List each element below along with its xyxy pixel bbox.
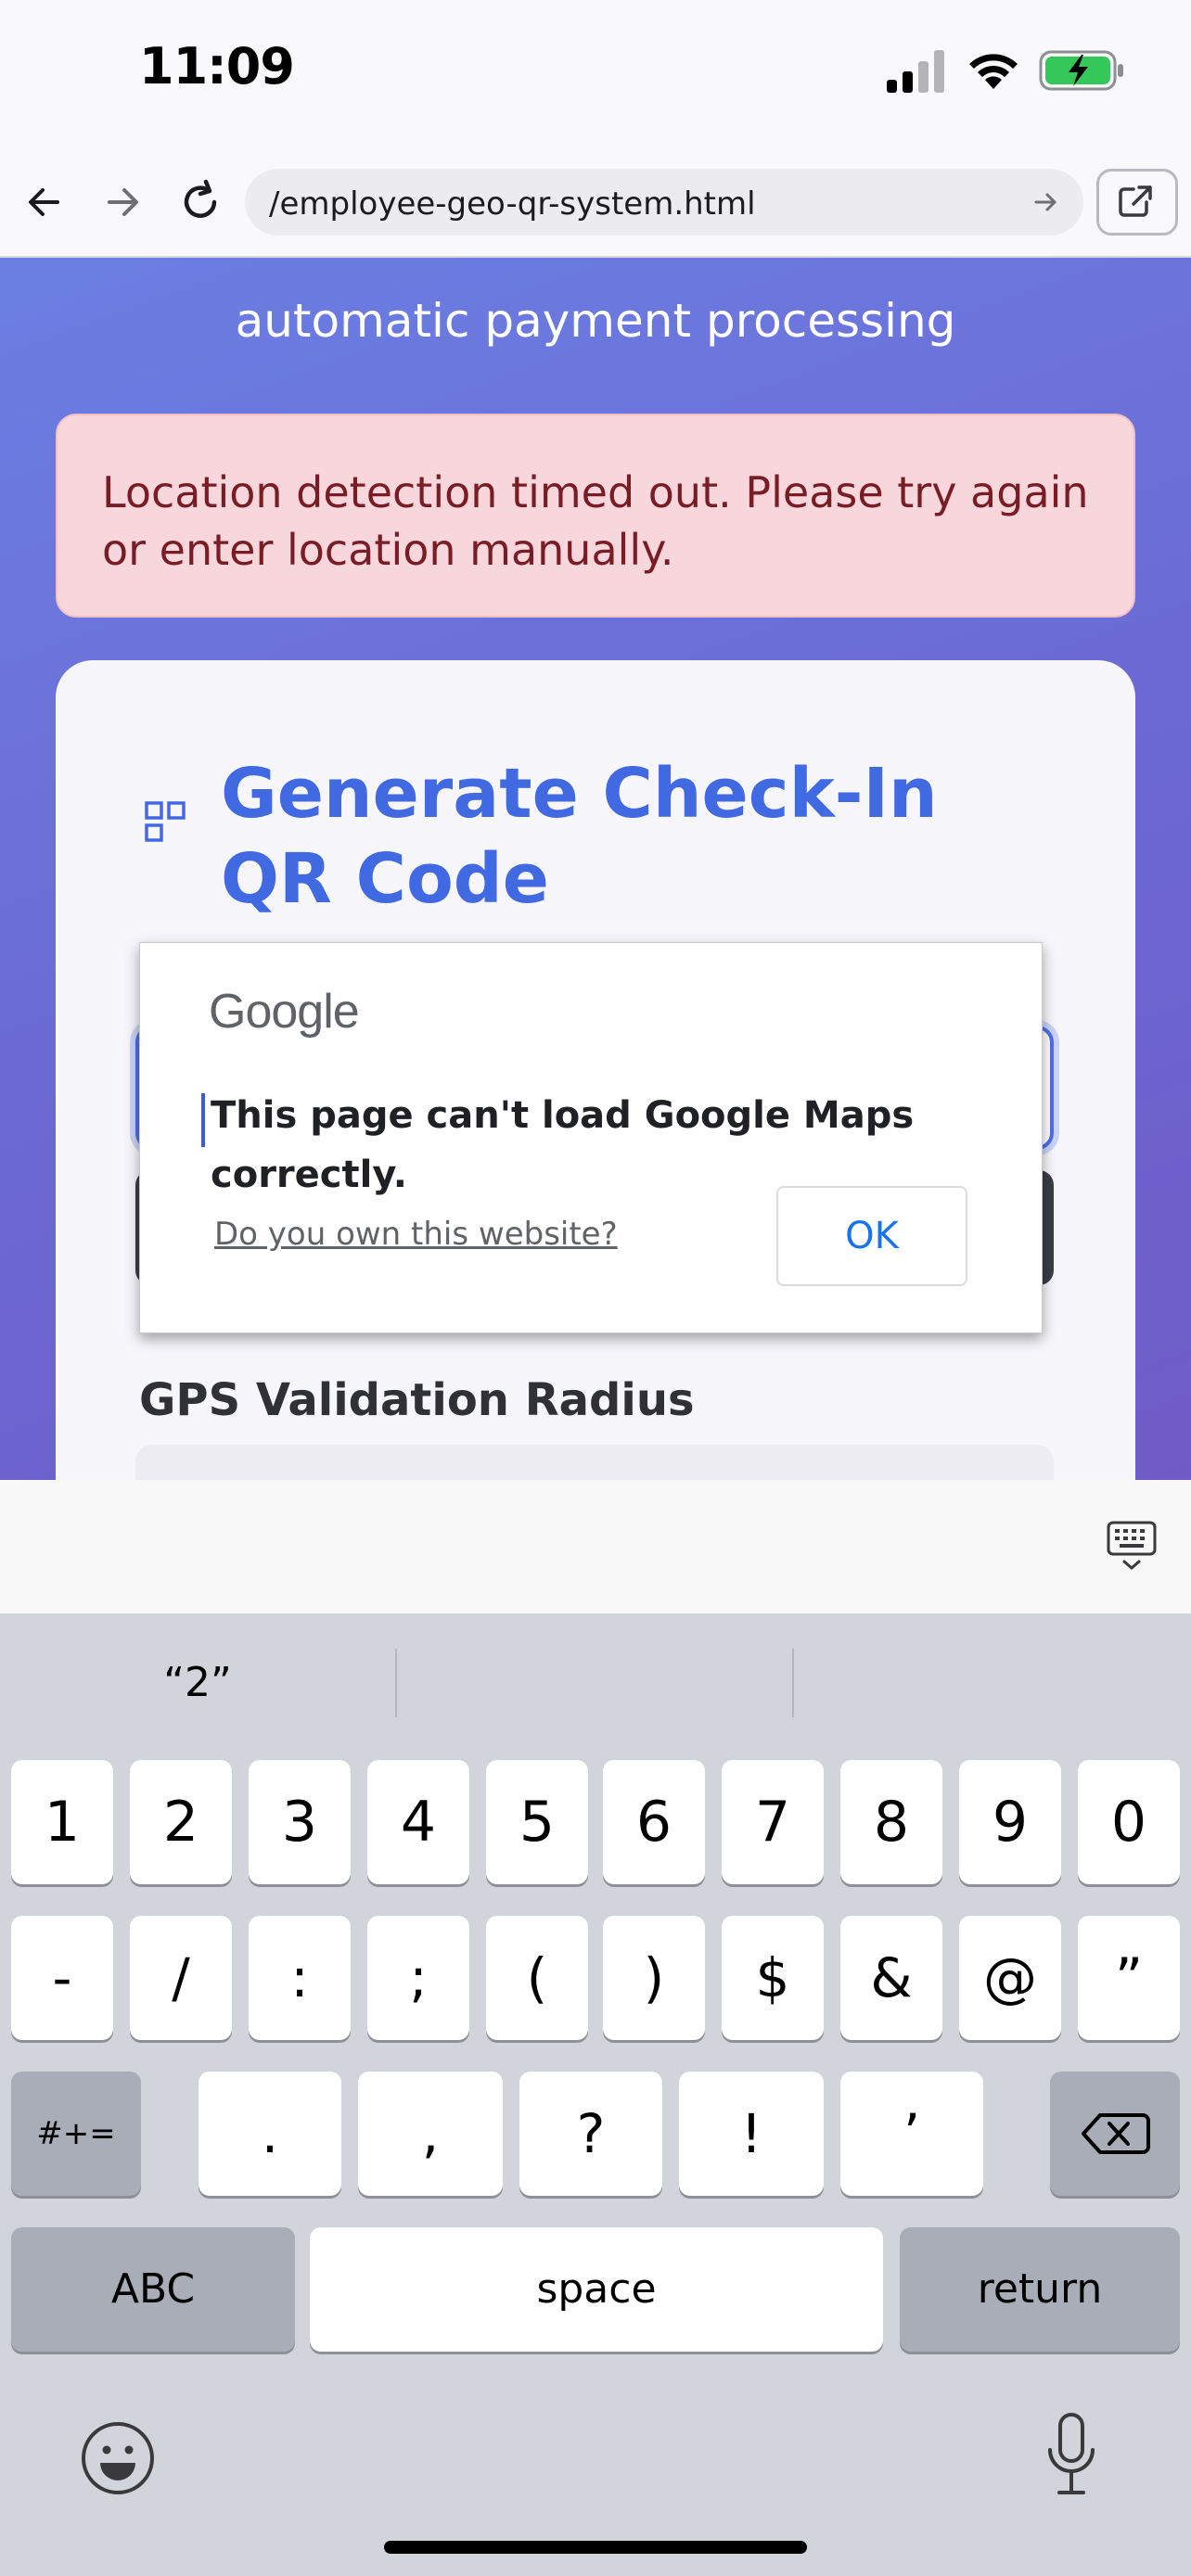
key-label: : — [290, 1946, 309, 2009]
key-5[interactable]: 5 — [486, 1760, 588, 1884]
key-label: #+= — [36, 2115, 116, 2152]
external-link-icon — [1119, 185, 1152, 217]
key-return[interactable]: return — [900, 2227, 1180, 2352]
key-label: return — [977, 2265, 1103, 2313]
key-abc[interactable]: ABC — [11, 2227, 295, 2352]
browser-toolbar: /employee-geo-qr-system.html — [0, 147, 1191, 258]
key-label: 2 — [162, 1790, 199, 1855]
maps-error-dialog: Google This page can't load Google Maps … — [139, 942, 1043, 1333]
delete-backspace-icon — [1082, 2113, 1150, 2154]
key-label: ( — [526, 1946, 548, 2009]
key-label: ABC — [110, 2265, 196, 2313]
key-label: space — [536, 2265, 657, 2313]
url-bar[interactable]: /employee-geo-qr-system.html — [245, 169, 1083, 236]
reload-icon[interactable] — [173, 174, 228, 230]
suggestion-1[interactable]: “2” — [0, 1613, 395, 1753]
key-label: 0 — [1110, 1790, 1147, 1855]
key-7[interactable]: 7 — [722, 1760, 824, 1884]
key-9[interactable]: 9 — [959, 1760, 1061, 1884]
forward-arrow-icon[interactable] — [95, 174, 150, 230]
key-label: ; — [409, 1946, 428, 2009]
own-website-link[interactable]: Do you own this website? — [214, 1216, 618, 1253]
key-open-paren[interactable]: ( — [486, 1916, 588, 2040]
key-0[interactable]: 0 — [1078, 1760, 1180, 1884]
url-text: /employee-geo-qr-system.html — [269, 185, 756, 223]
key-label: / — [172, 1946, 190, 2009]
key-label: , — [421, 2102, 440, 2165]
key-8[interactable]: 8 — [840, 1760, 942, 1884]
key-period[interactable]: . — [198, 2072, 341, 2196]
key-label: ! — [740, 2102, 762, 2165]
key-label: 8 — [873, 1790, 910, 1855]
key-label: ) — [643, 1946, 665, 2009]
key-2[interactable]: 2 — [130, 1760, 232, 1884]
page-subtitle: automatic payment processing — [0, 258, 1191, 352]
suggestion-2[interactable] — [397, 1613, 792, 1753]
key-at[interactable]: @ — [959, 1916, 1061, 2040]
google-logo: Google — [209, 985, 360, 1039]
key-label: 5 — [519, 1790, 556, 1855]
gps-radius-label: GPS Validation Radius — [139, 1374, 695, 1426]
location-error-alert: Location detection timed out. Please try… — [56, 414, 1135, 618]
key-label: $ — [755, 1946, 790, 2009]
key-label: 3 — [281, 1790, 318, 1855]
key-question[interactable]: ? — [519, 2072, 662, 2196]
key-label: - — [52, 1946, 72, 2009]
microphone-icon[interactable] — [1043, 2411, 1100, 2500]
key-colon[interactable]: : — [249, 1916, 351, 2040]
key-label: & — [870, 1946, 913, 2009]
key-apostrophe[interactable]: ’ — [840, 2072, 983, 2196]
key-ampersand[interactable]: & — [840, 1916, 942, 2040]
key-exclamation[interactable]: ! — [679, 2072, 824, 2196]
go-arrow-icon[interactable] — [1030, 185, 1063, 219]
subtitle-line: automatic payment processing — [235, 294, 956, 348]
key-3[interactable]: 3 — [249, 1760, 351, 1884]
key-slash[interactable]: / — [130, 1916, 232, 2040]
status-bar: 11:09 — [0, 0, 1191, 147]
status-time: 11:09 — [139, 37, 295, 96]
home-indicator — [384, 2541, 807, 2554]
back-arrow-icon[interactable] — [17, 174, 72, 230]
key-comma[interactable]: , — [358, 2072, 503, 2196]
wifi-icon — [969, 54, 1018, 89]
key-close-paren[interactable]: ) — [603, 1916, 705, 2040]
key-label: . — [261, 2102, 279, 2165]
key-semicolon[interactable]: ; — [367, 1916, 469, 2040]
key-label: 4 — [400, 1790, 437, 1855]
gps-radius-input[interactable] — [135, 1445, 1054, 1480]
key-hyphen[interactable]: - — [11, 1916, 113, 2040]
key-label: 1 — [44, 1790, 81, 1855]
keyboard-dismiss-icon[interactable] — [1106, 1519, 1158, 1573]
keyboard: “2” 1 2 3 4 5 6 7 8 9 0 - / : ; ( ) $ & … — [0, 1613, 1191, 2576]
qr-code-icon — [145, 801, 186, 842]
key-4[interactable]: 4 — [367, 1760, 469, 1884]
text-cursor — [201, 1093, 205, 1147]
emoji-icon[interactable] — [80, 2420, 156, 2496]
key-label: 9 — [992, 1790, 1029, 1855]
ok-button[interactable]: OK — [776, 1186, 967, 1286]
key-label: 7 — [754, 1790, 791, 1855]
key-dollar[interactable]: $ — [722, 1916, 824, 2040]
key-6[interactable]: 6 — [603, 1760, 705, 1884]
key-label: ’ — [903, 2102, 921, 2165]
key-label: ? — [576, 2102, 606, 2165]
key-label: ” — [1114, 1946, 1144, 2009]
open-external-button[interactable] — [1096, 169, 1178, 236]
battery-charging-icon — [1039, 50, 1123, 91]
key-label: 6 — [635, 1790, 672, 1855]
key-more-symbols[interactable]: #+= — [11, 2072, 141, 2196]
keyboard-accessory-bar — [0, 1480, 1191, 1613]
key-1[interactable]: 1 — [11, 1760, 113, 1884]
key-space[interactable]: space — [310, 2227, 883, 2352]
key-quote[interactable]: ” — [1078, 1916, 1180, 2040]
suggestion-3[interactable] — [794, 1613, 1189, 1753]
suggestion-bar: “2” — [0, 1613, 1191, 1753]
key-delete[interactable] — [1050, 2072, 1180, 2196]
cellular-signal-icon — [887, 50, 944, 93]
card-title: Generate Check-In QR Code — [221, 754, 938, 919]
key-label: @ — [983, 1946, 1037, 2009]
